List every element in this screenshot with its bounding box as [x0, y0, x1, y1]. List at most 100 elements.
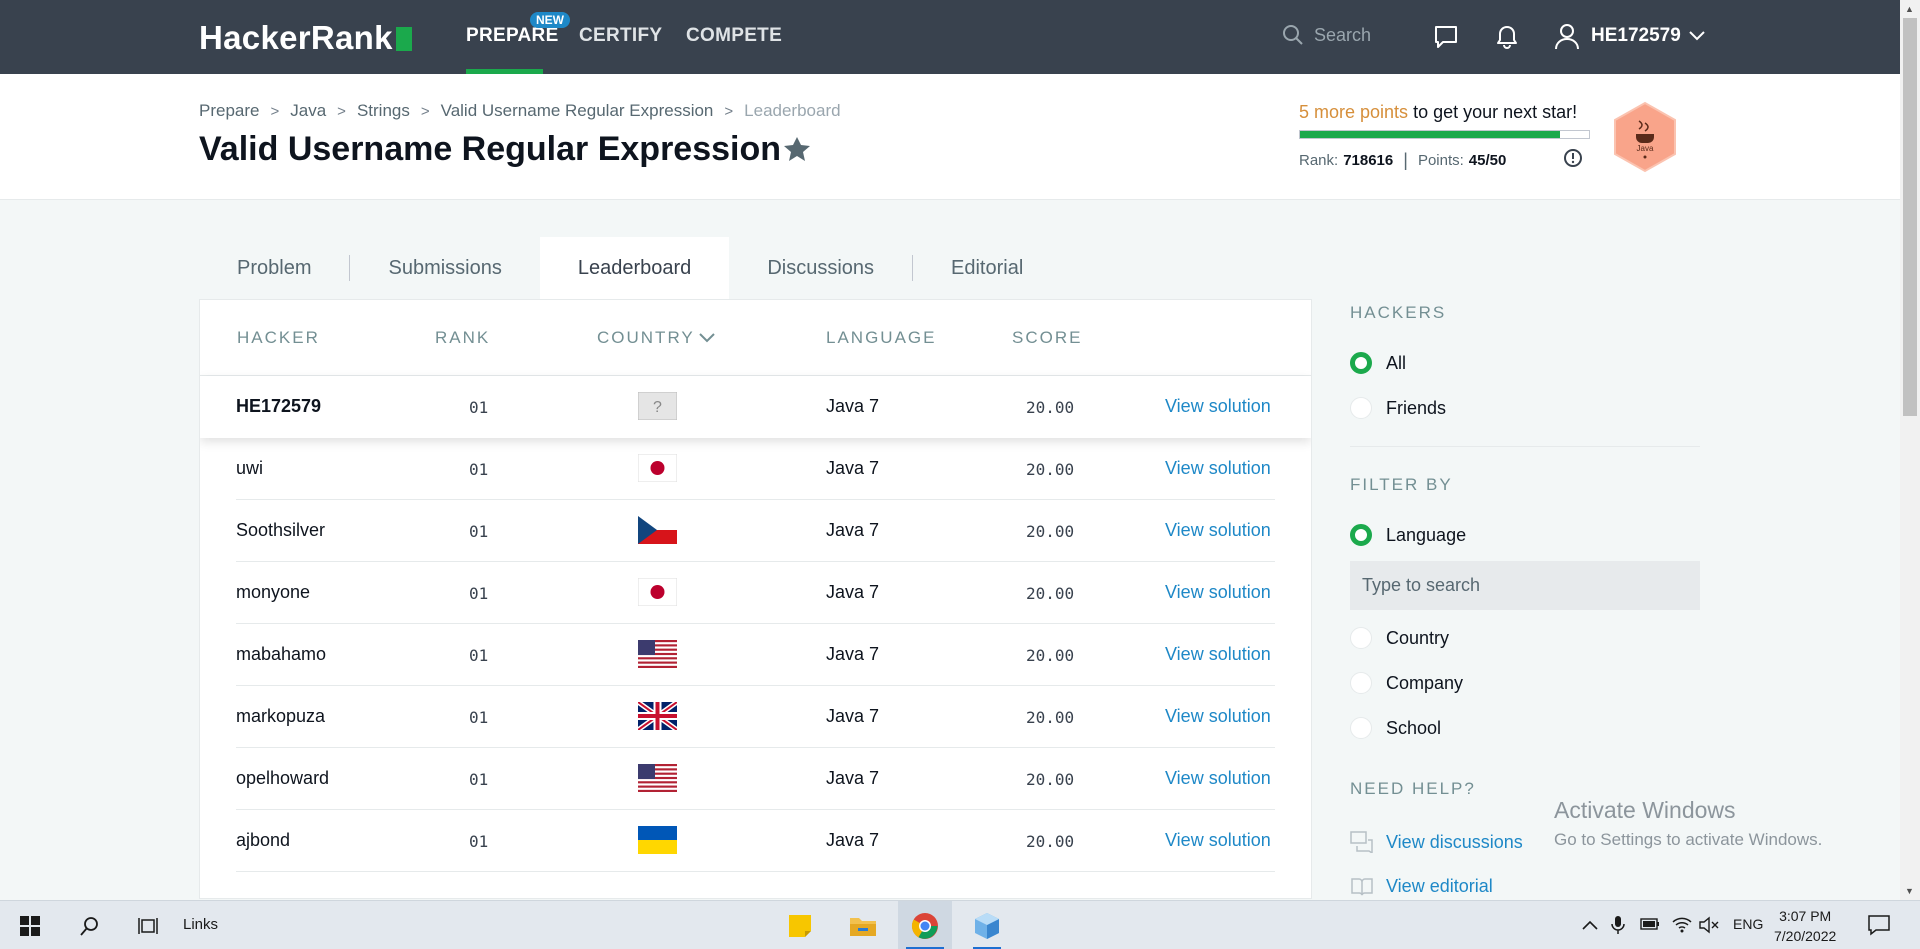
- breadcrumb-prepare[interactable]: Prepare: [199, 101, 259, 121]
- filter-school[interactable]: School: [1350, 717, 1441, 739]
- country-flag-icon: [638, 578, 677, 606]
- svg-text:?: ?: [653, 399, 662, 416]
- tab-submissions[interactable]: Submissions: [350, 237, 539, 299]
- hackers-heading: HACKERS: [1350, 303, 1447, 322]
- radio-button[interactable]: [1350, 627, 1372, 649]
- user-menu[interactable]: HE172579: [1553, 22, 1715, 50]
- header-score: SCORE: [1012, 328, 1083, 347]
- country-flag-icon: [638, 764, 677, 792]
- radio-button[interactable]: [1350, 717, 1372, 739]
- view-solution-link[interactable]: View solution: [1165, 830, 1271, 851]
- chrome-app[interactable]: [898, 901, 952, 949]
- wifi-icon[interactable]: [1672, 916, 1692, 934]
- header-language: LANGUAGE: [826, 328, 937, 347]
- help-heading: NEED HELP?: [1350, 779, 1476, 798]
- windows-start-button[interactable]: [10, 901, 50, 949]
- breadcrumb-challenge[interactable]: Valid Username Regular Expression: [441, 101, 714, 121]
- table-header: HACKER RANK COUNTRY LANGUAGE SCORE: [200, 300, 1311, 376]
- hacker-score: 20.00: [1026, 770, 1075, 789]
- activate-windows-watermark: Activate Windows Go to Settings to activ…: [1554, 797, 1823, 849]
- view-solution-link[interactable]: View solution: [1165, 768, 1271, 789]
- tab-problem[interactable]: Problem: [199, 237, 349, 299]
- taskbar-search-button[interactable]: [70, 901, 110, 949]
- view-solution-link[interactable]: View solution: [1165, 582, 1271, 603]
- breadcrumb-strings[interactable]: Strings: [357, 101, 410, 121]
- microphone-icon[interactable]: [1611, 915, 1625, 935]
- system-clock[interactable]: 3:07 PM 7/20/2022: [1774, 906, 1836, 946]
- header-country[interactable]: COUNTRY: [597, 328, 715, 348]
- radio-all[interactable]: All: [1350, 352, 1406, 374]
- sticky-notes-app[interactable]: [779, 901, 821, 949]
- hacker-rank: 01: [469, 646, 489, 665]
- hacker-name[interactable]: uwi: [236, 458, 263, 479]
- radio-friends[interactable]: Friends: [1350, 397, 1446, 419]
- info-icon[interactable]: [1563, 148, 1583, 168]
- next-star-message: 5 more points to get your next star!: [1299, 102, 1578, 122]
- nav-prepare[interactable]: PREPARE: [466, 25, 559, 47]
- sticky-notes-icon: [789, 914, 811, 937]
- hacker-name[interactable]: mabahamo: [236, 644, 326, 665]
- filter-language[interactable]: Language: [1350, 524, 1466, 546]
- folder-icon: [850, 917, 876, 936]
- hacker-name[interactable]: HE172579: [236, 396, 321, 417]
- nav-compete[interactable]: COMPETE: [686, 25, 782, 47]
- radio-button[interactable]: [1350, 397, 1372, 419]
- view-solution-link[interactable]: View solution: [1165, 520, 1271, 541]
- scroll-thumb[interactable]: [1903, 18, 1917, 416]
- view-solution-link[interactable]: View solution: [1165, 458, 1271, 479]
- hacker-name[interactable]: monyone: [236, 582, 310, 603]
- hackerrank-logo[interactable]: HackerRank: [199, 19, 412, 57]
- page-scrollbar[interactable]: ▲ ▼: [1900, 0, 1920, 900]
- hacker-rank: 01: [469, 398, 489, 417]
- language-search-input[interactable]: [1350, 561, 1700, 610]
- view-discussions-link[interactable]: View discussions: [1350, 831, 1523, 853]
- header-rank: RANK: [435, 328, 491, 347]
- battery-icon[interactable]: [1640, 917, 1660, 931]
- notifications-bell-icon[interactable]: [1494, 24, 1520, 50]
- tab-discussions[interactable]: Discussions: [729, 237, 912, 299]
- nav-search[interactable]: Search: [1282, 24, 1371, 46]
- radio-button-selected[interactable]: [1350, 524, 1372, 546]
- tab-leaderboard[interactable]: Leaderboard: [539, 237, 730, 299]
- filter-company[interactable]: Company: [1350, 672, 1463, 694]
- java-badge-icon[interactable]: Java: [1612, 101, 1678, 173]
- task-view-button[interactable]: [128, 901, 168, 949]
- hacker-name[interactable]: opelhoward: [236, 768, 329, 789]
- scroll-down-arrow[interactable]: ▼: [1905, 886, 1914, 896]
- volume-muted-icon[interactable]: [1699, 916, 1719, 934]
- links-toolbar[interactable]: Links: [183, 916, 218, 933]
- bookmark-star-icon[interactable]: [783, 136, 811, 162]
- hacker-language: Java 7: [826, 768, 880, 788]
- file-explorer-app[interactable]: [841, 901, 885, 949]
- hacker-rank: 01: [469, 584, 489, 603]
- messages-icon[interactable]: [1433, 24, 1459, 50]
- hacker-language: Java 7: [826, 520, 880, 540]
- notifications-icon[interactable]: [1867, 914, 1891, 936]
- table-row: HE172579 01? Java 7 20.00 View solution: [200, 376, 1311, 438]
- radio-button[interactable]: [1350, 672, 1372, 694]
- hacker-name[interactable]: ajbond: [236, 830, 290, 851]
- breadcrumb-java[interactable]: Java: [290, 101, 326, 121]
- hacker-language: Java 7: [826, 582, 880, 602]
- tab-editorial[interactable]: Editorial: [913, 237, 1061, 299]
- user-icon: [1555, 24, 1579, 50]
- view-editorial-link[interactable]: View editorial: [1350, 876, 1493, 897]
- hacker-rank: 01: [469, 832, 489, 851]
- view-solution-link[interactable]: View solution: [1165, 396, 1271, 417]
- input-language[interactable]: ENG: [1733, 916, 1763, 932]
- view-solution-link[interactable]: View solution: [1165, 644, 1271, 665]
- rank-points: Rank: 718616 | Points: 45/50: [1299, 150, 1507, 170]
- view-solution-link[interactable]: View solution: [1165, 706, 1271, 727]
- 3d-viewer-app[interactable]: [965, 901, 1009, 949]
- hacker-rank: 01: [469, 770, 489, 789]
- hacker-name[interactable]: Soothsilver: [236, 520, 325, 541]
- nav-certify[interactable]: CERTIFY: [579, 25, 662, 47]
- hacker-language: Java 7: [826, 830, 880, 850]
- hacker-name[interactable]: markopuza: [236, 706, 325, 727]
- hacker-score: 20.00: [1026, 398, 1075, 417]
- filter-country[interactable]: Country: [1350, 627, 1449, 649]
- leaderboard-table: HACKER RANK COUNTRY LANGUAGE SCORE HE172…: [199, 299, 1312, 899]
- radio-button-selected[interactable]: [1350, 352, 1372, 374]
- chevron-up-icon[interactable]: [1582, 919, 1598, 931]
- scroll-up-arrow[interactable]: ▲: [1905, 4, 1914, 14]
